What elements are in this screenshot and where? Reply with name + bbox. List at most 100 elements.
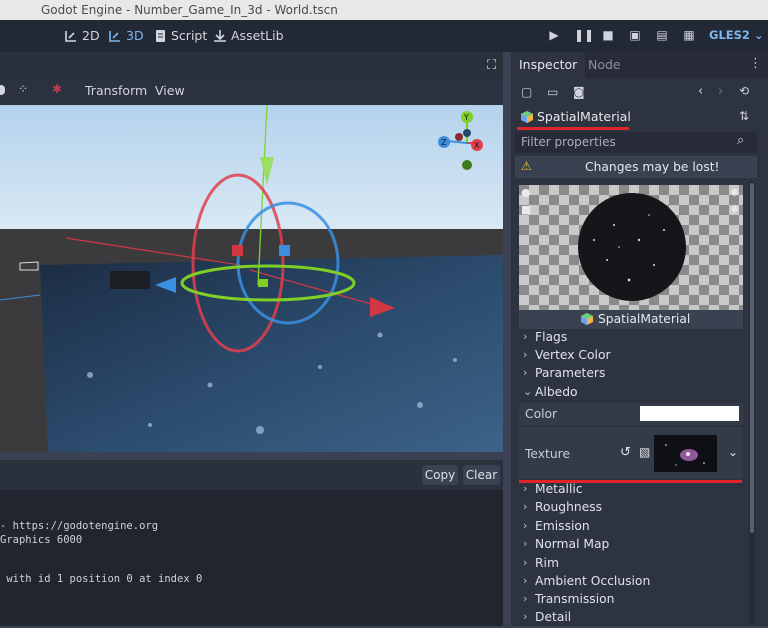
log-line: Graphics 6000 <box>0 534 83 546</box>
section-label: Roughness <box>535 500 603 514</box>
section-label: Ambient Occlusion <box>535 574 651 588</box>
top-menu-bar: 2D 3D Script AssetLib ▶ ❚❚ ■ ▣ ▤ ▦ GLES2… <box>0 20 768 52</box>
open-folder-icon[interactable]: ▭ <box>547 85 558 99</box>
renderer-select[interactable]: GLES2 ⌄ <box>709 28 764 42</box>
chevron-right-icon: › <box>523 574 528 587</box>
svg-text:X: X <box>474 141 480 150</box>
chevron-right-icon: › <box>523 348 528 361</box>
pause-icon[interactable]: ❚❚ <box>574 28 594 42</box>
section-normal-map[interactable]: › Normal Map <box>515 537 744 555</box>
chevron-right-icon: › <box>523 537 528 550</box>
tab-node[interactable]: Node <box>580 52 629 78</box>
output-log[interactable]: - https://godotengine.org Graphics 6000 … <box>0 490 503 626</box>
chevron-right-icon: › <box>523 500 528 513</box>
save-icon[interactable]: ◙ <box>573 85 585 99</box>
3d-icon <box>109 30 120 42</box>
texture-type-icon: ▧ <box>639 445 651 459</box>
section-albedo[interactable]: ⌄ Albedo <box>515 385 744 403</box>
warning-icon: ⚠ <box>521 159 532 173</box>
clear-button[interactable]: Clear <box>463 465 500 485</box>
stop-icon[interactable]: ■ <box>601 28 615 42</box>
view-menu[interactable]: View <box>155 83 185 98</box>
section-transmission[interactable]: › Transmission <box>515 592 744 610</box>
section-emission[interactable]: › Emission <box>515 519 744 537</box>
texture-thumbnail[interactable] <box>654 435 717 472</box>
panel-separator[interactable] <box>503 52 511 626</box>
2d-label: 2D <box>82 28 100 43</box>
object-properties-icon[interactable]: ⇅ <box>739 109 749 123</box>
clapper-icon[interactable]: ▦ <box>682 28 696 42</box>
cart-object <box>110 271 150 289</box>
history-back-icon[interactable]: ‹ <box>698 84 703 99</box>
section-metallic[interactable]: › Metallic <box>515 482 744 500</box>
fullscreen-icon[interactable]: ⛶ <box>487 58 496 73</box>
section-label: Albedo <box>535 385 578 399</box>
chevron-right-icon: › <box>523 482 528 495</box>
section-label: Detail <box>535 610 572 624</box>
chevron-right-icon: › <box>523 610 528 623</box>
history-icon[interactable]: ⟲ <box>739 84 749 98</box>
chevron-right-icon: › <box>523 519 528 532</box>
more-options-icon[interactable]: ⋮ <box>749 56 762 71</box>
resource-selector[interactable]: SpatialMaterial <box>519 108 649 126</box>
preview-shape-icon[interactable]: ■ <box>521 203 531 216</box>
section-label: Emission <box>535 519 590 533</box>
light-3-icon[interactable]: ✺ <box>730 203 739 216</box>
script-label: Script <box>171 28 208 43</box>
light-2-icon[interactable]: ✺ <box>730 186 739 199</box>
section-label: Vertex Color <box>535 348 611 362</box>
section-parameters[interactable]: › Parameters <box>515 366 744 384</box>
section-flags[interactable]: › Flags <box>515 330 744 348</box>
play-icon[interactable]: ▶ <box>547 28 561 42</box>
2d-button[interactable]: 2D <box>64 28 100 43</box>
snap-icon[interactable] <box>0 85 5 95</box>
albedo-color-label: Color <box>525 407 558 421</box>
resource-name: SpatialMaterial <box>537 109 631 124</box>
section-label: Parameters <box>535 366 606 380</box>
highlight-underline <box>517 127 629 130</box>
section-vertex-color[interactable]: › Vertex Color <box>515 348 744 366</box>
section-detail[interactable]: › Detail <box>515 610 744 628</box>
script-button[interactable]: Script <box>154 28 207 43</box>
section-rim[interactable]: › Rim <box>515 556 744 574</box>
play-scene-icon[interactable]: ▣ <box>628 28 642 42</box>
albedo-texture-label: Texture <box>525 447 571 461</box>
play-custom-scene-icon[interactable]: ▤ <box>655 28 669 42</box>
camera-icon[interactable]: ✱ <box>52 82 62 96</box>
section-label: Flags <box>535 330 568 344</box>
svg-text:Z: Z <box>441 138 447 147</box>
copy-button[interactable]: Copy <box>422 465 458 485</box>
scene-render[interactable]: Y Z X <box>0 105 503 452</box>
assetlib-button[interactable]: AssetLib <box>213 28 284 43</box>
chevron-right-icon: › <box>523 592 528 605</box>
section-label: Rim <box>535 556 559 570</box>
log-line: - https://godotengine.org <box>0 520 159 532</box>
section-label: Transmission <box>535 592 615 606</box>
history-forward-icon[interactable]: › <box>718 84 723 99</box>
3d-viewport[interactable]: Y Z X <box>0 105 503 452</box>
chevron-down-icon[interactable]: ⌄ <box>728 445 738 459</box>
svg-text:Y: Y <box>463 113 469 122</box>
tab-inspector[interactable]: Inspector <box>511 52 586 78</box>
spatial-material-icon <box>521 111 533 123</box>
light-1-icon[interactable]: ● <box>521 186 531 199</box>
section-ambient-occlusion[interactable]: › Ambient Occlusion <box>515 574 744 592</box>
section-roughness[interactable]: › Roughness <box>515 500 744 518</box>
albedo-texture-row: Texture ↺ ▧ ⌄ <box>519 427 743 479</box>
log-line: with id 1 position 0 at index 0 <box>0 573 203 585</box>
preview-caption: SpatialMaterial <box>519 310 743 329</box>
inspector-tabs: Inspector Node ⋮ <box>511 52 768 78</box>
inspector-scrollbar-thumb[interactable] <box>750 183 754 533</box>
transform-menu[interactable]: Transform <box>85 83 147 98</box>
grid-snap-icon[interactable]: ⁘ <box>18 82 28 96</box>
warning-banner: ⚠ Changes may be lost! <box>515 156 757 178</box>
revert-icon[interactable]: ↺ <box>620 445 631 460</box>
new-resource-icon[interactable]: ▢ <box>521 85 532 99</box>
albedo-color-row: Color <box>519 403 743 425</box>
filter-properties-input[interactable]: Filter properties ⌕ <box>515 132 757 153</box>
title-bar: Godot Engine - Number_Game_In_3d - World… <box>0 0 768 21</box>
search-icon: ⌕ <box>737 133 745 148</box>
3d-button[interactable]: 3D <box>108 28 144 43</box>
albedo-color-picker[interactable] <box>640 406 739 421</box>
horizontal-separator[interactable] <box>0 452 503 460</box>
